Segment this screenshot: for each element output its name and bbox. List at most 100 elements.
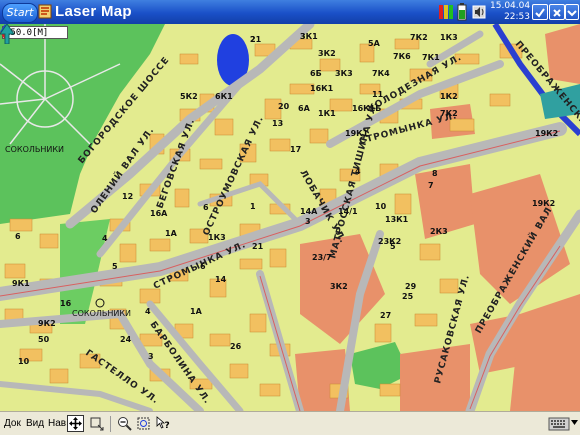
clock-time: 22:53 (504, 12, 530, 22)
building-number-label: 19К2 (532, 199, 555, 208)
building-number-label: 9К2 (38, 319, 56, 328)
building-number-label: 6 (15, 232, 21, 241)
battery-icon (457, 3, 467, 21)
building-number-label: 1К3 (208, 233, 226, 242)
building-number-label: 19К2 (535, 129, 558, 138)
building-number-label: 3К2 (330, 282, 348, 291)
place-label-sokolniki: СОКОЛЬНИКИ (5, 145, 64, 154)
laser-map-app: Start Laser Map 15.04.04 22:53 СОКОЛЬНИК… (0, 0, 580, 435)
select-tool-button[interactable] (88, 415, 105, 432)
building-number-label: 16К1 (310, 84, 334, 93)
building-number-label: 8 (432, 169, 438, 178)
building-number-label: 1К3 (440, 33, 458, 42)
help-button[interactable]: ? (155, 415, 172, 432)
bottom-toolbar: Док Вид Нав ? (0, 411, 580, 435)
building-number-label: 3 (148, 352, 154, 361)
clock[interactable]: 15.04.04 22:53 (490, 1, 530, 23)
building-number-label: 17 (290, 145, 301, 154)
building-number-label: 26 (230, 342, 242, 351)
building-number-label: 11 (372, 90, 384, 99)
building-number-label: 7К4 (372, 69, 390, 78)
building-number-label: 19К1 (345, 129, 369, 138)
start-button[interactable]: Start (2, 3, 38, 23)
building-number-label: 16 (60, 299, 72, 308)
help-pointer-icon: ? (156, 416, 170, 431)
app-title: Laser Map (55, 3, 132, 20)
building-number-label: 23/7 (312, 253, 332, 262)
building-number-label: 16А (150, 209, 168, 218)
building-number-label: 13 (272, 119, 283, 128)
building-number-label: 2 (250, 35, 256, 44)
building-number-label: 10 (375, 202, 387, 211)
pan-tool-button[interactable] (67, 415, 84, 432)
building-number-label: 5А (368, 39, 381, 48)
building-number-label: 7К1 (422, 53, 440, 62)
clock-date: 15.04.04 (490, 1, 531, 11)
building-number-label: 6Б (310, 69, 322, 78)
building-number-label: 10 (18, 357, 30, 366)
building-number-label: 16К1Б (352, 104, 381, 113)
close-icon[interactable] (549, 4, 565, 20)
menu-nav[interactable]: Нав (48, 416, 66, 432)
building-number-label: 21 (252, 242, 264, 251)
menu-view[interactable]: Вид (26, 416, 44, 432)
building-number-label: 1К1 (318, 109, 336, 118)
map-canvas[interactable]: СОКОЛЬНИКИ СОКОЛЬНИКИ БОГОРОДСКОЕ ШОССЕ … (0, 24, 580, 411)
select-rect-icon (90, 417, 104, 431)
ok-icon[interactable] (532, 4, 548, 20)
building-number-label: 27 (380, 311, 391, 320)
building-number-label: 4 (145, 307, 151, 316)
zoom-out-button[interactable] (116, 415, 133, 432)
building-number-label: 7К2 (410, 33, 428, 42)
zoom-out-icon (118, 417, 132, 431)
navigation-arrow-icon (0, 24, 14, 44)
menu-icon[interactable] (565, 4, 579, 20)
building-number-label: 6 (203, 203, 209, 212)
building-number-label: 7К6 (393, 52, 411, 61)
building-number-label: 3К2 (318, 49, 336, 58)
building-number-label: 14/1 (338, 207, 358, 216)
move-arrows-icon (69, 417, 82, 430)
building-number-label: 14А (300, 207, 318, 216)
building-number-label: 20 (278, 102, 290, 111)
building-number-label: 1К2 (440, 92, 458, 101)
signal-icon (439, 5, 453, 19)
building-number-label: 12 (122, 192, 133, 201)
building-number-label: 6А (298, 104, 311, 113)
zoom-extent-button[interactable] (135, 415, 152, 432)
svg-text:?: ? (165, 421, 170, 431)
building-number-label: 14 (215, 275, 227, 284)
building-number-label: 4 (102, 234, 108, 243)
building-number-label: 6 (200, 262, 206, 271)
zoom-extent-icon (137, 417, 150, 430)
toolbar-divider (110, 416, 111, 432)
building-number-label: 24 (120, 335, 132, 344)
title-bar: Start Laser Map 15.04.04 22:53 (0, 0, 580, 25)
speaker-icon[interactable] (472, 4, 486, 20)
map-view[interactable]: СОКОЛЬНИКИ СОКОЛЬНИКИ БОГОРОДСКОЕ ШОССЕ … (0, 24, 580, 411)
place-label-sokolniki-metro: СОКОЛЬНИКИ (72, 309, 131, 318)
building-number-label: 25 (402, 292, 414, 301)
building-number-label: 2К3 (430, 227, 448, 236)
building-number-label: 6К1 (215, 92, 233, 101)
building-number-label: 50 (38, 335, 50, 344)
app-icon (38, 4, 52, 19)
building-number-label: 3 (305, 217, 311, 226)
building-number-label: 29 (405, 282, 417, 291)
building-number-label: 5К2 (180, 92, 198, 101)
building-number-label: 1А (190, 307, 203, 316)
menu-doc[interactable]: Док (4, 416, 21, 432)
building-number-label: 1А (165, 229, 178, 238)
building-number-label: 7К2 (440, 109, 458, 118)
building-number-label: 13К1 (385, 215, 409, 224)
building-number-label: 5 (390, 242, 396, 251)
building-number-label: 3К3 (335, 69, 353, 78)
building-number-label: 1 (250, 202, 256, 211)
building-number-label: 4 (355, 167, 361, 176)
building-number-label: 3 (300, 32, 306, 41)
input-menu-arrow-icon[interactable] (571, 420, 578, 425)
building-number-label: 5 (112, 262, 118, 271)
building-number-label: 7 (428, 181, 434, 190)
keyboard-icon[interactable] (548, 416, 570, 431)
building-number-label: 9К1 (12, 279, 30, 288)
